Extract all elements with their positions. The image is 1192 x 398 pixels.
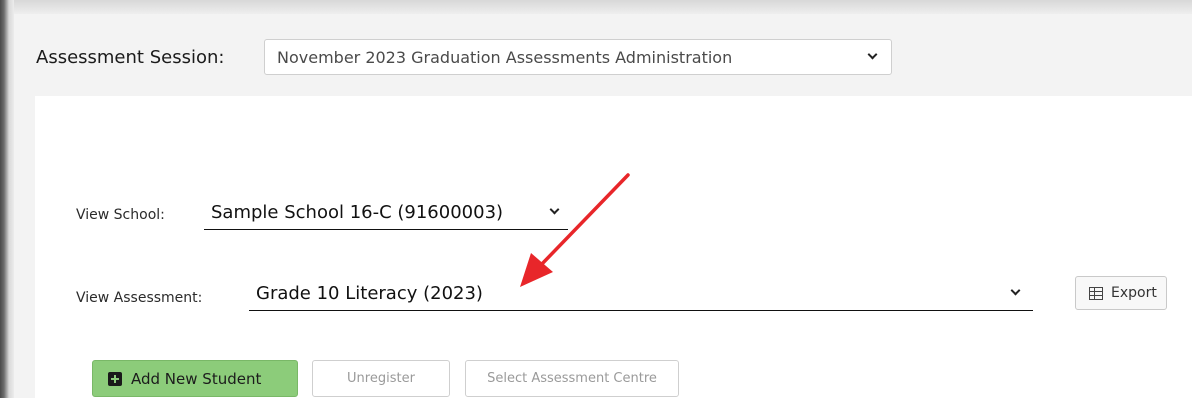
select-assessment-centre-button[interactable]: Select Assessment Centre xyxy=(465,360,679,397)
view-assessment-label: View Assessment: xyxy=(76,290,203,306)
chevron-down-icon xyxy=(549,204,560,215)
content-area: View School: Sample School 16-C (9160000… xyxy=(35,96,1192,398)
table-grid-icon xyxy=(1089,287,1103,300)
window-left-edge xyxy=(0,0,14,398)
add-new-student-label: Add New Student xyxy=(131,370,262,388)
assessment-select[interactable]: Grade 10 Literacy (2023) xyxy=(249,276,1033,311)
school-select-value: Sample School 16-C (91600003) xyxy=(211,202,504,223)
plus-square-icon xyxy=(108,372,122,386)
school-select[interactable]: Sample School 16-C (91600003) xyxy=(204,195,568,230)
add-new-student-button[interactable]: Add New Student xyxy=(92,360,298,397)
export-button[interactable]: Export xyxy=(1075,276,1167,310)
session-select-value: November 2023 Graduation Assessments Adm… xyxy=(277,48,733,67)
session-label: Assessment Session: xyxy=(36,47,225,68)
chevron-down-icon xyxy=(867,49,878,60)
window-top-edge xyxy=(0,0,1192,14)
session-panel: Assessment Session: November 2023 Gradua… xyxy=(14,14,1192,398)
app-window: Assessment Session: November 2023 Gradua… xyxy=(0,0,1192,398)
unregister-button[interactable]: Unregister xyxy=(312,360,450,397)
chevron-down-icon xyxy=(1010,285,1021,296)
view-school-label: View School: xyxy=(76,207,165,223)
session-select[interactable]: November 2023 Graduation Assessments Adm… xyxy=(264,39,892,75)
assessment-select-value: Grade 10 Literacy (2023) xyxy=(256,283,483,304)
export-button-label: Export xyxy=(1111,285,1157,301)
